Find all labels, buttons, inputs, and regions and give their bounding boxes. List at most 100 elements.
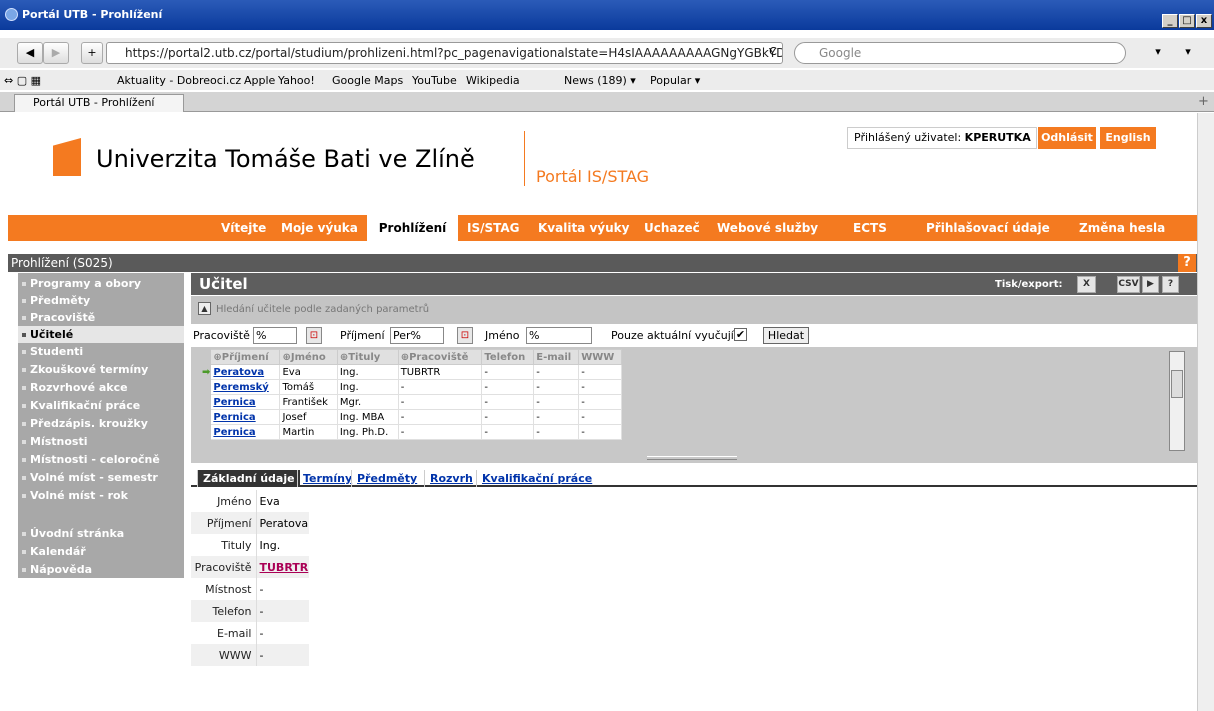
page-menu-icon[interactable]: ▾ xyxy=(1146,42,1170,64)
cell-prijmeni[interactable]: Peratova xyxy=(210,364,281,380)
university-name: Univerzita Tomáše Bati ve Zlíně xyxy=(96,145,475,173)
sidebar-item-rozvrhove-akce[interactable]: Rozvrhové akce xyxy=(18,379,184,396)
menu-item-webove-sluzby[interactable]: Webové služby xyxy=(717,221,818,235)
print-icon[interactable]: ▶ xyxy=(1142,276,1159,293)
new-tab-button[interactable]: + xyxy=(1198,94,1209,109)
back-button[interactable]: ◀ xyxy=(17,42,43,64)
menu-item-vitejte[interactable]: Vítejte xyxy=(221,221,266,235)
tab-kvalifikacni-prace[interactable]: Kvalifikační práce xyxy=(476,470,597,487)
table-row[interactable]: Pernica Josef Ing. MBA - - - - xyxy=(198,409,622,425)
sidebar-item-mistnosti[interactable]: Místnosti xyxy=(18,433,184,450)
pracoviste-picker-icon[interactable]: ⊡ xyxy=(306,327,322,344)
menu-item-prohlizeni[interactable]: Prohlížení xyxy=(367,215,458,241)
menu-item-moje-vyuka[interactable]: Moje výuka xyxy=(281,221,358,235)
panel-help-icon[interactable]: ? xyxy=(1162,276,1179,293)
close-button[interactable]: x xyxy=(1196,14,1212,28)
bookmark-item[interactable]: YouTube xyxy=(412,74,457,87)
sidebar-link-napoveda[interactable]: Nápověda xyxy=(18,561,184,578)
sidebar-item-ucitele[interactable]: Učitelé xyxy=(18,326,184,343)
bookmark-item[interactable]: News (189) ▾ xyxy=(564,74,636,87)
maximize-button[interactable]: □ xyxy=(1179,14,1195,28)
sidebar-item-pracoviste[interactable]: Pracoviště xyxy=(18,309,184,326)
logged-user-box: Přihlášený uživatel: KPERUTKA xyxy=(847,127,1037,149)
sidebar-item-studenti[interactable]: Studenti xyxy=(18,343,184,360)
table-row[interactable]: ➡ Peratova Eva Ing. TUBRTR - - - xyxy=(198,364,622,380)
column-header-prijmeni[interactable]: ⊕Příjmení xyxy=(210,349,281,365)
bullet-icon xyxy=(22,494,26,498)
column-header-telefon: Telefon xyxy=(481,349,535,365)
column-header-tituly[interactable]: ⊕Tituly xyxy=(336,349,399,365)
bullet-icon xyxy=(22,458,26,462)
column-header-jmeno[interactable]: ⊕Jméno xyxy=(279,349,338,365)
detail-label: Telefon xyxy=(191,600,256,622)
prijmeni-picker-icon[interactable]: ⊡ xyxy=(457,327,473,344)
settings-menu-icon[interactable]: ▾ xyxy=(1176,42,1200,64)
splitter-grip[interactable] xyxy=(647,456,737,460)
prijmeni-input[interactable]: Per% xyxy=(390,327,444,344)
bookmark-item[interactable]: Wikipedia xyxy=(466,74,520,87)
sidebar-item-programy[interactable]: Programy a obory xyxy=(18,275,184,292)
pane-splitter[interactable] xyxy=(191,454,1197,463)
table-row[interactable]: Pernica Martin Ing. Ph.D. - - - - xyxy=(198,424,622,440)
sidebar-item-predzapis-krouzky[interactable]: Předzápis. kroužky xyxy=(18,415,184,432)
grid-scrollbar-thumb[interactable] xyxy=(1171,370,1183,398)
sidebar-item-volne-mist-semestr[interactable]: Volné míst - semestr xyxy=(18,469,184,486)
cell-telefon: - xyxy=(481,379,535,395)
collapse-icon[interactable]: ▲ xyxy=(198,302,211,315)
sidebar-item-predmety[interactable]: Předměty xyxy=(18,292,184,309)
page-scrollbar[interactable] xyxy=(1197,113,1214,711)
pouze-aktualni-checkbox[interactable]: ✔ xyxy=(734,328,747,341)
menu-item-zmena-hesla[interactable]: Změna hesla xyxy=(1079,221,1165,235)
bookmark-item[interactable]: Yahoo! xyxy=(278,74,315,87)
bookmark-item[interactable]: Aktuality - Dobreoci.cz xyxy=(117,74,241,87)
logout-button[interactable]: Odhlásit xyxy=(1038,127,1096,149)
page-content: Univerzita Tomáše Bati ve Zlíně Portál I… xyxy=(0,113,1197,711)
help-button[interactable]: ? xyxy=(1178,254,1196,272)
add-bookmark-button[interactable]: + xyxy=(81,42,103,64)
csv-export-icon[interactable]: CSV xyxy=(1117,276,1140,293)
search-input[interactable]: Google xyxy=(794,42,1126,64)
browser-tab[interactable]: Portál UTB - Prohlížení xyxy=(14,94,184,112)
english-button[interactable]: English xyxy=(1100,127,1156,149)
url-input[interactable]: https://portal2.utb.cz/portal/studium/pr… xyxy=(106,42,783,64)
column-header-pracoviste[interactable]: ⊕Pracoviště xyxy=(397,349,483,365)
cell-tituly: Ing. Ph.D. xyxy=(336,424,399,440)
menu-item-prihlasovaci-udaje[interactable]: Přihlašovací údaje xyxy=(926,221,1050,235)
sidebar-item-kvalifikacni-prace[interactable]: Kvalifikační práce xyxy=(18,397,184,414)
pracoviste-input[interactable]: % xyxy=(253,327,297,344)
sidebar-item-volne-mist-rok[interactable]: Volné míst - rok xyxy=(18,487,184,504)
row-marker xyxy=(198,379,212,395)
menu-item-is-stag[interactable]: IS/STAG xyxy=(467,221,520,235)
pracoviste-link[interactable]: TUBRTR xyxy=(260,561,309,574)
sidebar-item-zkouskove-terminy[interactable]: Zkouškové termíny xyxy=(18,361,184,378)
excel-export-icon[interactable]: X xyxy=(1077,276,1096,293)
table-row[interactable]: Peremský Tomáš Ing. - - - - xyxy=(198,379,622,395)
cell-prijmeni[interactable]: Pernica xyxy=(210,409,281,425)
sidebar-item-mistnosti-celorocne[interactable]: Místnosti - celoročně xyxy=(18,451,184,468)
tab-predmety[interactable]: Předměty xyxy=(351,470,422,487)
cell-prijmeni[interactable]: Pernica xyxy=(210,394,281,410)
cell-prijmeni[interactable]: Pernica xyxy=(210,424,281,440)
bookmark-item[interactable]: Apple xyxy=(244,74,275,87)
results-grid: ⊕Příjmení ⊕Jméno ⊕Tituly ⊕Pracoviště Tel… xyxy=(191,347,1197,463)
tab-terminy[interactable]: Termíny xyxy=(297,470,357,487)
sidebar-link-kalendar[interactable]: Kalendář xyxy=(18,543,184,560)
search-button[interactable]: Hledat xyxy=(763,327,809,344)
bullet-icon xyxy=(22,532,26,536)
reload-icon[interactable]: C xyxy=(765,42,781,64)
tab-rozvrh[interactable]: Rozvrh xyxy=(424,470,478,487)
menu-item-uchazec[interactable]: Uchazeč xyxy=(644,221,700,235)
cell-prijmeni[interactable]: Peremský xyxy=(210,379,281,395)
forward-button[interactable]: ▶ xyxy=(43,42,69,64)
grid-scrollbar[interactable] xyxy=(1169,351,1185,451)
reading-list-icon[interactable]: ⇔ ▢ ▦ xyxy=(4,74,41,87)
tab-zakladni-udaje[interactable]: Základní údaje xyxy=(197,470,300,487)
minimize-button[interactable]: _ xyxy=(1162,14,1178,28)
table-row[interactable]: Pernica František Mgr. - - - - xyxy=(198,394,622,410)
menu-item-kvalita-vyuky[interactable]: Kvalita výuky xyxy=(538,221,629,235)
menu-item-ects[interactable]: ECTS xyxy=(853,221,887,235)
bookmark-item[interactable]: Google Maps xyxy=(332,74,403,87)
jmeno-input[interactable]: % xyxy=(526,327,592,344)
sidebar-link-uvodni-stranka[interactable]: Úvodní stránka xyxy=(18,525,184,542)
bookmark-item[interactable]: Popular ▾ xyxy=(650,74,700,87)
